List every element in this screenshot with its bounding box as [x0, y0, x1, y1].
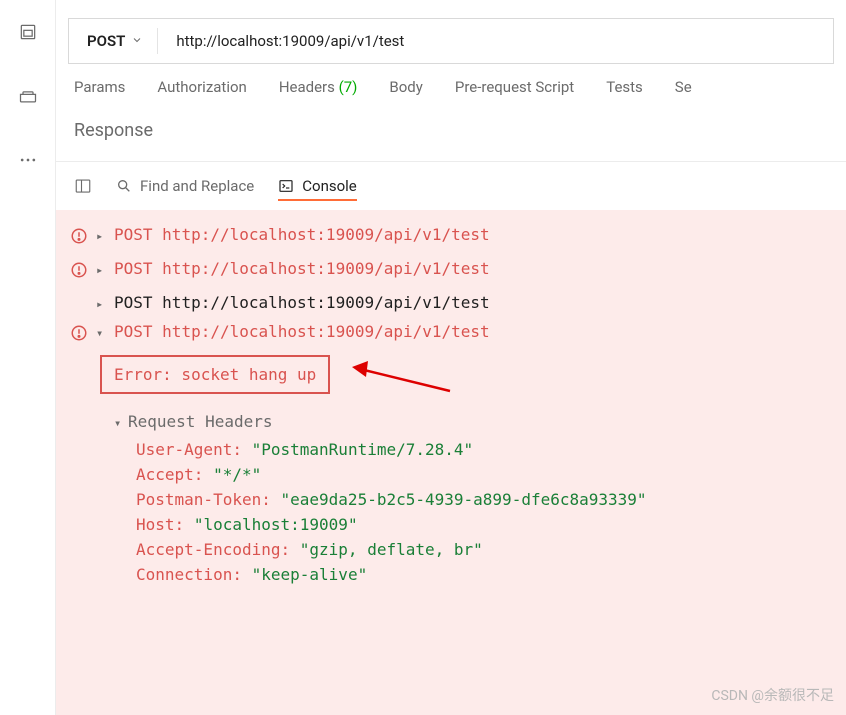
warning-icon: [70, 259, 88, 283]
request-bar: POST http://localhost:19009/api/v1/test: [68, 18, 834, 64]
error-message: Error: socket hang up: [100, 355, 330, 394]
log-entry[interactable]: ▸ POST http://localhost:19009/api/v1/tes…: [70, 254, 832, 288]
caret-down-icon: ▾: [96, 326, 106, 340]
tab-headers[interactable]: Headers (7): [279, 78, 358, 106]
cookies-icon[interactable]: [18, 86, 38, 110]
request-tabs: Params Authorization Headers (7) Body Pr…: [56, 64, 846, 106]
chevron-down-icon: [131, 32, 143, 50]
caret-icon: ▸: [96, 229, 106, 243]
method-label: POST: [87, 32, 125, 50]
caret-icon: ▸: [96, 297, 106, 311]
header-row: User-Agent: "PostmanRuntime/7.28.4": [136, 437, 832, 462]
collections-icon[interactable]: [18, 22, 38, 46]
left-rail: [0, 0, 56, 715]
method-select[interactable]: POST: [69, 32, 157, 50]
header-row: Accept-Encoding: "gzip, deflate, br": [136, 537, 832, 562]
tab-tests[interactable]: Tests: [606, 78, 643, 106]
header-row: Connection: "keep-alive": [136, 562, 832, 587]
header-row: Postman-Token: "eae9da25-b2c5-4939-a899-…: [136, 487, 832, 512]
caret-icon: ▸: [96, 263, 106, 277]
request-headers-label[interactable]: ▾Request Headers: [114, 412, 832, 431]
more-icon[interactable]: [18, 150, 38, 174]
annotation-arrow: [350, 351, 460, 401]
watermark: CSDN @余额很不足: [711, 685, 834, 705]
bottom-bar: Find and Replace Console: [56, 161, 846, 210]
header-row: Host: "localhost:19009": [136, 512, 832, 537]
console-tab[interactable]: Console: [278, 177, 357, 201]
warning-icon: [70, 225, 88, 249]
tab-prerequest[interactable]: Pre-request Script: [455, 78, 574, 106]
url-input[interactable]: http://localhost:19009/api/v1/test: [158, 32, 422, 50]
find-replace[interactable]: Find and Replace: [116, 177, 254, 195]
console-pane: ▸ POST http://localhost:19009/api/v1/tes…: [56, 210, 846, 715]
log-entry[interactable]: ▸ POST http://localhost:19009/api/v1/tes…: [70, 220, 832, 254]
tab-settings[interactable]: Se: [675, 78, 692, 106]
header-row: Accept: "*/*": [136, 462, 832, 487]
tab-authorization[interactable]: Authorization: [157, 78, 246, 106]
sidebar-toggle-icon[interactable]: [74, 177, 92, 195]
tab-params[interactable]: Params: [74, 78, 125, 106]
response-pane-title: Response: [56, 106, 846, 161]
log-entry[interactable]: ▾ POST http://localhost:19009/api/v1/tes…: [70, 317, 832, 351]
tab-body[interactable]: Body: [389, 78, 422, 106]
warning-icon: [70, 322, 88, 346]
log-entry[interactable]: ▸ POST http://localhost:19009/api/v1/tes…: [70, 288, 832, 317]
